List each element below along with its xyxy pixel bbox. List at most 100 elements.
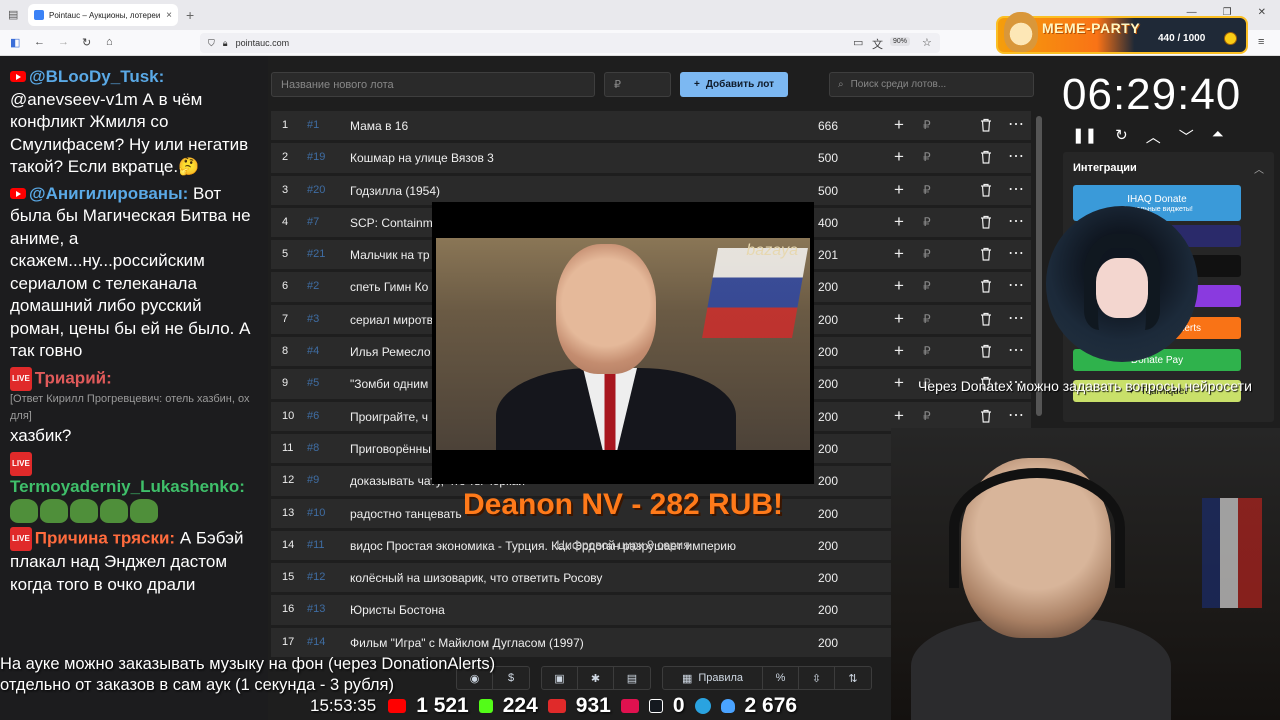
trash-icon[interactable]	[980, 118, 992, 132]
lot-name[interactable]: Мама в 16	[350, 119, 408, 133]
shield-icon[interactable]: ⛉	[208, 38, 215, 49]
trash-icon[interactable]	[980, 279, 992, 294]
lot-name[interactable]: Мальчик на тр	[350, 248, 430, 262]
toolbar-group: ▣ ✱ ▤	[541, 666, 651, 690]
new-tab-icon[interactable]: +	[186, 7, 194, 23]
sort-icon[interactable]: ⇅	[835, 667, 871, 689]
add-amount-icon[interactable]: +	[894, 115, 904, 135]
ruble-icon[interactable]: ₽	[923, 344, 931, 358]
lot-row[interactable]: 1 #1 Мама в 16 666 + ₽ ⋯	[271, 111, 1031, 141]
lot-name[interactable]: Фильм "Игра" с Майклом Дугласом (1997)	[350, 636, 584, 650]
ruble-icon[interactable]: ₽	[923, 215, 931, 229]
dollar-icon[interactable]: $	[493, 667, 529, 689]
lot-amount-input[interactable]: ₽	[604, 72, 671, 97]
url-text: pointauc.com	[235, 38, 290, 48]
back-icon[interactable]: ←	[34, 36, 45, 48]
trash-icon[interactable]	[980, 247, 992, 261]
sidebar-icon[interactable]: ◧	[10, 36, 20, 49]
lot-name[interactable]: "Зомби одним	[350, 377, 428, 391]
lot-amount: 200	[818, 409, 839, 424]
add-amount-icon[interactable]: +	[894, 244, 904, 264]
ruble-icon[interactable]: ₽	[923, 279, 931, 293]
add-amount-icon[interactable]: +	[894, 373, 904, 393]
more-options-icon[interactable]: ⋯	[1008, 405, 1024, 425]
lot-name[interactable]: Годзилла (1954)	[350, 184, 440, 198]
trash-icon[interactable]	[980, 312, 992, 326]
lot-list-scrollbar[interactable]	[1036, 116, 1042, 416]
translate-icon[interactable]: 文	[872, 36, 883, 52]
trash-icon[interactable]	[980, 150, 992, 164]
add-amount-icon[interactable]: +	[894, 341, 904, 361]
rules-button[interactable]: ▦ Правила	[663, 667, 763, 689]
trash-icon[interactable]	[980, 183, 992, 197]
lot-id: #20	[307, 183, 326, 196]
more-options-icon[interactable]: ⋯	[1008, 114, 1024, 134]
add-lot-label: Добавить лот	[705, 79, 775, 90]
close-tab-icon[interactable]: ×	[166, 10, 172, 21]
lot-name[interactable]: спеть Гимн Ко	[350, 280, 428, 294]
address-bar[interactable]: ⛉ 🔒︎ pointauc.com	[200, 33, 940, 53]
more-options-icon[interactable]: ⋯	[1008, 308, 1024, 328]
add-amount-icon[interactable]: +	[894, 180, 904, 200]
add-amount-icon[interactable]: +	[894, 309, 904, 329]
add-amount-icon[interactable]: +	[894, 147, 904, 167]
trash-icon[interactable]	[980, 409, 992, 423]
lot-name[interactable]: сериал миротв	[350, 313, 433, 327]
ruble-icon[interactable]: ₽	[923, 409, 931, 423]
more-options-icon[interactable]: ⋯	[1008, 211, 1024, 231]
collapse-icon[interactable]: ︿	[1254, 161, 1264, 176]
lot-name[interactable]: колёсный на шизоварик, что ответить Росо…	[350, 571, 602, 585]
trash-icon[interactable]	[980, 344, 992, 358]
ruble-icon[interactable]: ₽	[923, 150, 931, 164]
reload-icon[interactable]: ↻	[82, 36, 91, 49]
chevron-up-icon[interactable]: ︿	[1146, 126, 1161, 147]
lot-name[interactable]: Приговорённы	[350, 442, 431, 456]
chat-username: @Анигилированы:	[29, 183, 189, 203]
chat-username: @BLooDy_Tusk:	[29, 67, 165, 86]
ruble-icon[interactable]: ₽	[923, 312, 931, 326]
more-options-icon[interactable]: ⋯	[1008, 179, 1024, 199]
tab-title: Pointauc – Аукционы, лотереи	[49, 10, 161, 20]
lot-name[interactable]: Проиграйте, ч	[350, 410, 428, 424]
menu-icon[interactable]: ≡	[1258, 36, 1264, 48]
ruble-icon[interactable]: ₽	[923, 247, 931, 261]
lot-name[interactable]: Кошмар на улице Вязов 3	[350, 151, 494, 165]
add-amount-icon[interactable]: +	[894, 406, 904, 426]
trash-icon[interactable]	[980, 215, 992, 229]
bug-icon[interactable]: ✱	[578, 667, 614, 689]
ruble-icon[interactable]: ₽	[923, 183, 931, 197]
split-icon[interactable]: ⇳	[799, 667, 835, 689]
lot-search-input[interactable]: ⌕ Поиск среди лотов...	[829, 72, 1034, 97]
close-window-icon[interactable]: ✕	[1258, 7, 1266, 18]
telegram-icon	[694, 698, 711, 714]
add-amount-icon[interactable]: +	[894, 212, 904, 232]
more-options-icon[interactable]: ⋯	[1008, 275, 1024, 295]
chat-reply: [Ответ Кирилл Прогревцевич: отель хазбин…	[10, 393, 250, 422]
percent-button[interactable]: %	[763, 667, 799, 689]
new-lot-input[interactable]: Название нового лота	[271, 72, 595, 97]
add-amount-icon[interactable]: +	[894, 276, 904, 296]
more-options-icon[interactable]: ⋯	[1008, 146, 1024, 166]
save-icon[interactable]: ▣	[542, 667, 578, 689]
pause-icon[interactable]: ❚❚	[1072, 126, 1097, 147]
more-options-icon[interactable]: ⋯	[1008, 340, 1024, 360]
more-options-icon[interactable]: ⋯	[1008, 243, 1024, 263]
search-placeholder: Поиск среди лотов...	[850, 79, 947, 90]
lot-name[interactable]: Илья Ремесло	[350, 345, 431, 359]
ruble-icon[interactable]: ₽	[923, 118, 931, 132]
reader-icon[interactable]: ▭	[853, 36, 863, 49]
add-lot-button[interactable]: + Добавить лот	[680, 72, 788, 97]
lot-name[interactable]: Юристы Бостона	[350, 603, 445, 617]
home-icon[interactable]: ⌂	[106, 36, 113, 48]
chevron-down-icon[interactable]: ﹀	[1179, 126, 1194, 147]
bookmark-star-icon[interactable]: ☆	[922, 36, 932, 49]
reset-icon[interactable]: ↻	[1115, 126, 1128, 147]
tab-list-icon[interactable]: ▤	[8, 8, 18, 21]
lot-row[interactable]: 3 #20 Годзилла (1954) 500 + ₽ ⋯	[271, 175, 1031, 205]
zoom-level[interactable]: 90%	[890, 37, 911, 46]
lot-row[interactable]: 2 #19 Кошмар на улице Вязов 3 500 + ₽ ⋯	[271, 143, 1031, 173]
forward-icon[interactable]: →	[58, 36, 69, 48]
double-chevron-up-icon[interactable]: ⏶	[1212, 126, 1224, 147]
browser-tab[interactable]: Pointauc – Аукционы, лотереи ×	[28, 4, 178, 26]
archive-icon[interactable]: ▤	[614, 667, 650, 689]
